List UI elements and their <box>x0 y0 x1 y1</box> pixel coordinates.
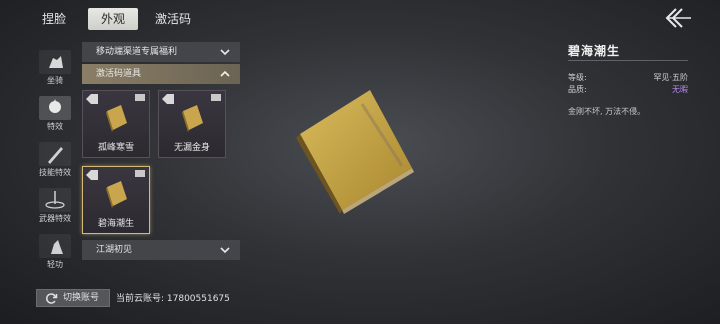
section-label: 激活码道具 <box>96 69 142 79</box>
tab-appearance[interactable]: 外观 <box>88 8 138 30</box>
badge-icon <box>211 94 221 101</box>
chevron-down-icon <box>220 247 230 254</box>
chevron-up-icon <box>220 70 230 77</box>
badge-icon <box>135 170 145 177</box>
divider <box>568 60 688 61</box>
section-activation-items[interactable]: 激活码道具 <box>82 64 240 84</box>
current-account: 当前云账号: 17800551675 <box>116 294 230 304</box>
tag-icon <box>162 94 174 104</box>
tab-activation-code[interactable]: 激活码 <box>148 8 198 30</box>
sidebar-item-qinggong[interactable]: 轻功 <box>34 234 76 274</box>
back-arrow-icon[interactable] <box>662 6 692 30</box>
item-preview-book <box>296 90 414 214</box>
effect-icon <box>39 96 71 120</box>
book-icon <box>106 105 127 132</box>
refresh-icon <box>46 293 58 304</box>
book-icon <box>106 181 127 208</box>
grade-row: 等级: 罕见·五阶 <box>568 72 688 83</box>
badge-icon <box>135 94 145 101</box>
chevron-down-icon <box>220 49 230 56</box>
quality-row: 品质: 无暇 <box>568 84 688 95</box>
item-title: 碧海潮生 <box>568 44 621 58</box>
sidebar-item-weapon-effect[interactable]: 武器特效 <box>34 188 76 228</box>
sidebar-item-mount[interactable]: 坐骑 <box>34 50 76 90</box>
sidebar-item-label: 轻功 <box>47 260 63 269</box>
section-jianghu[interactable]: 江湖初见 <box>82 240 240 260</box>
item-name: 无漏金身 <box>173 143 210 153</box>
sidebar-item-label: 坐骑 <box>47 76 63 85</box>
grade-value: 罕见·五阶 <box>653 73 688 82</box>
weapon-effect-icon <box>39 188 71 212</box>
tab-face[interactable]: 捏脸 <box>34 8 74 30</box>
sidebar-item-label: 特效 <box>47 122 63 131</box>
section-label: 移动端渠道专属福利 <box>96 47 178 57</box>
item-name: 孤峰寒雪 <box>97 143 134 153</box>
tag-icon <box>86 94 98 104</box>
sidebar-item-label: 武器特效 <box>39 214 71 223</box>
section-label: 江湖初见 <box>96 245 133 255</box>
section-mobile-benefits[interactable]: 移动端渠道专属福利 <box>82 42 240 62</box>
mount-icon <box>39 50 71 74</box>
quality-value: 无暇 <box>672 85 688 94</box>
item-description: 金刚不坏, 万法不侵。 <box>568 107 646 116</box>
quality-label: 品质: <box>568 85 587 94</box>
sidebar-item-skill-effect[interactable]: 技能特效 <box>34 142 76 182</box>
grade-label: 等级: <box>568 73 587 82</box>
item-card-gufeng[interactable]: 孤峰寒雪 <box>82 90 150 158</box>
item-name: 碧海潮生 <box>97 219 134 229</box>
qinggong-icon <box>39 234 71 258</box>
top-bar: 捏脸 外观 激活码 <box>0 0 720 34</box>
book-icon <box>182 105 203 132</box>
switch-account-label: 切换账号 <box>63 293 100 303</box>
sidebar-item-effect[interactable]: 特效 <box>34 96 76 136</box>
sidebar-item-label: 技能特效 <box>39 168 71 177</box>
skill-effect-icon <box>39 142 71 166</box>
item-card-bihai[interactable]: 碧海潮生 <box>82 166 150 234</box>
item-card-wulou[interactable]: 无漏金身 <box>158 90 226 158</box>
switch-account-button[interactable]: 切换账号 <box>36 289 110 307</box>
tag-icon <box>86 170 98 180</box>
